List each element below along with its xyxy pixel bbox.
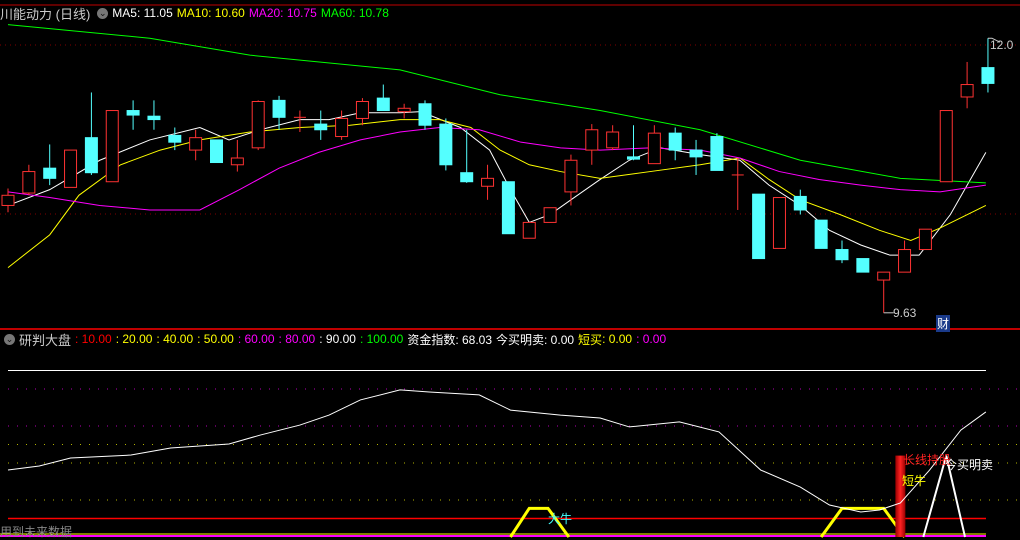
- candle-down: [752, 193, 766, 260]
- buy-sell-label: 今买明卖: 0.00: [496, 332, 575, 347]
- level-60: : 60.00: [237, 332, 275, 346]
- candle-up: [585, 129, 599, 151]
- ma60-line: [7, 24, 986, 184]
- candle-down: [835, 249, 849, 261]
- candle-down: [793, 195, 807, 211]
- candle-down: [668, 132, 682, 151]
- candle-down: [981, 67, 995, 84]
- candle-up: [22, 171, 36, 194]
- candle-down: [314, 123, 328, 131]
- candle-down: [272, 99, 286, 118]
- candle-down: [126, 110, 140, 116]
- candle-down: [710, 136, 724, 171]
- last-value: : 0.00: [636, 332, 667, 346]
- candle-up: [564, 159, 578, 193]
- chevron-down-icon[interactable]: ⌄: [97, 7, 109, 19]
- indicator-title: 研判大盘: [19, 332, 72, 348]
- candle-down: [439, 123, 453, 166]
- candle-up: [481, 177, 495, 187]
- finance-marker[interactable]: 财: [936, 315, 951, 332]
- short-bull-label: 短牛: [902, 474, 927, 488]
- ma20-label: MA20: 10.75: [248, 6, 317, 20]
- ma20-line: [7, 126, 986, 211]
- low-price-label: 9.63: [893, 306, 917, 320]
- indicator-panel-header: ⌄ 研判大盘 : 10.00 : 20.00 : 40.00 : 50.00 :…: [0, 331, 670, 348]
- level-80: : 80.00: [278, 332, 316, 346]
- candle-down: [43, 167, 57, 179]
- chart-canvas[interactable]: [0, 0, 1020, 539]
- candle-down: [210, 139, 223, 164]
- ma5-line: [7, 111, 987, 256]
- candle-up: [1, 194, 15, 206]
- candle-up: [335, 117, 349, 138]
- candle-down: [627, 156, 640, 160]
- level-40: : 40.00: [156, 332, 194, 346]
- candle-up: [397, 107, 411, 113]
- ma5-label: MA5: 11.05: [112, 6, 173, 20]
- candle-up: [522, 221, 536, 239]
- candle-up: [105, 110, 119, 183]
- candle-down: [856, 258, 870, 273]
- candle-down: [814, 219, 828, 249]
- candle-up: [64, 149, 78, 188]
- candle-up: [606, 131, 620, 149]
- level-100: : 100.00: [359, 332, 404, 346]
- stock-title: 川能动力 (日线): [0, 6, 91, 22]
- chevron-down-icon[interactable]: ⌄: [4, 333, 15, 345]
- future-data-warning: 用到未来数据: [0, 525, 73, 539]
- level-10: : 10.00: [75, 332, 112, 346]
- fund-index-line: [7, 389, 987, 513]
- candle-up: [251, 101, 265, 149]
- short-buy-label: 短买: [578, 332, 603, 347]
- candle-down: [460, 172, 474, 183]
- long-hold-label: 长线持股: [903, 453, 952, 467]
- big-bull-label: 大牛: [548, 512, 573, 526]
- ma10-line: [7, 119, 987, 269]
- candle-up: [647, 132, 661, 165]
- fund-index-label: 资金指数: 68.03: [407, 332, 493, 347]
- big-bull-signal: [819, 506, 906, 538]
- level-20: : 20.00: [115, 332, 153, 346]
- candle-up: [877, 271, 891, 281]
- candle-up: [355, 101, 369, 119]
- level-50: : 50.00: [197, 332, 234, 346]
- level-90: : 90.00: [319, 332, 356, 346]
- candle-down: [168, 134, 182, 143]
- candle-up: [543, 207, 557, 223]
- candle-down: [418, 103, 432, 126]
- candle-down: [376, 97, 390, 112]
- ma60-label: MA60: 10.78: [320, 6, 389, 20]
- candle-up: [772, 197, 786, 249]
- short-buy-value: : 0.00: [602, 332, 633, 346]
- candle-down: [147, 115, 161, 121]
- candle-up: [189, 137, 203, 151]
- buy-sell-signal-label: 今买明卖: [945, 458, 994, 472]
- high-price-label: 12.0: [990, 38, 1014, 52]
- candle-up: [918, 228, 932, 251]
- candle-up: [230, 157, 244, 166]
- candle-down: [689, 149, 703, 158]
- main-panel-header: 川能动力 (日线) ⌄ MA5: 11.05 MA10: 10.60 MA20:…: [0, 5, 393, 22]
- candle-up: [960, 84, 974, 98]
- candle-up: [939, 110, 953, 183]
- candle-down: [501, 181, 515, 235]
- ma10-label: MA10: 10.60: [176, 6, 245, 20]
- candle-down: [84, 137, 98, 174]
- candle-up: [898, 249, 912, 273]
